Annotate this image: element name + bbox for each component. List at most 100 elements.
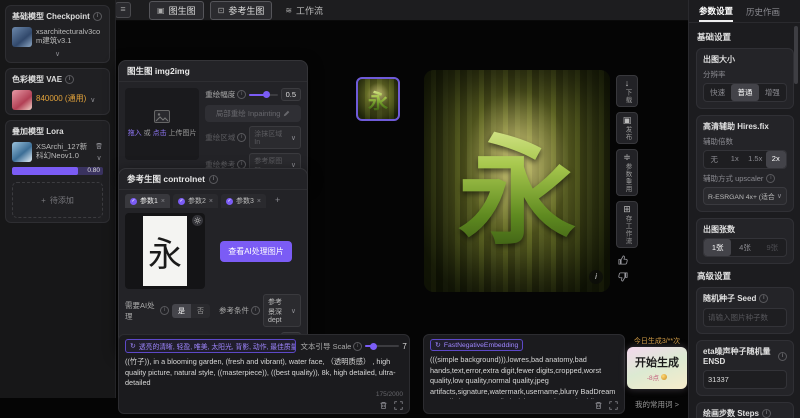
hires-1-5x[interactable]: 1.5x (745, 151, 766, 168)
tab-parameters[interactable]: 参数设置 (699, 1, 733, 22)
condition-dropdown[interactable]: 参考景深 dept (263, 294, 301, 327)
tab-workflow-label: 工作流 (296, 4, 323, 17)
publish-icon: ▣ (623, 116, 632, 125)
cfg-scale-slider[interactable] (365, 345, 399, 347)
gear-icon[interactable] (192, 215, 203, 226)
upload-suffix-label: 上传图片 (169, 130, 197, 137)
seed-input[interactable] (703, 308, 787, 327)
close-icon[interactable] (209, 198, 213, 205)
frame-icon: ⊡ (218, 6, 225, 15)
img2img-panel: 图生图 img2img 拖入 或 点击 上传图片 重绘幅度 (118, 60, 308, 183)
publish-button[interactable]: ▣ 发布 (616, 112, 638, 144)
controlnet-tab-1[interactable]: 参数1 (125, 194, 170, 208)
pencil-icon (283, 110, 290, 117)
lora-model-row[interactable]: XSArchi_127新科幻Neov1.0 (12, 142, 103, 162)
hires-1x[interactable]: 1x (725, 151, 746, 168)
tab-history[interactable]: 历史作画 (746, 2, 780, 21)
chevron-down-icon[interactable] (12, 50, 103, 58)
ai-process-toggle[interactable]: 是 否 (172, 304, 210, 318)
image-upload-dropzone[interactable]: 拖入 或 点击 上传图片 (125, 88, 199, 160)
lora-title-row: 叠加模型 Lora (12, 126, 103, 137)
download-button[interactable]: ↓ 下载 (616, 75, 638, 107)
generate-button[interactable]: 开始生成 -8点 (627, 347, 687, 389)
expand-icon[interactable] (609, 401, 618, 410)
chevron-down-icon[interactable] (96, 154, 101, 162)
sliders-icon: ≑ (623, 153, 631, 162)
trash-icon[interactable] (379, 401, 388, 410)
denoise-handle[interactable] (263, 91, 270, 98)
negative-preset-tag[interactable]: FastNegativeEmbedding (430, 339, 523, 351)
close-icon[interactable] (257, 198, 261, 205)
save-workflow-label: 存工作流 (622, 215, 632, 245)
cfg-scale-handle[interactable] (370, 343, 377, 350)
denoise-slider[interactable] (249, 94, 277, 96)
today-quota: 今日生成3/**次 (626, 336, 688, 346)
upscaler-dropdown[interactable]: R-ESRGAN 4x+ (适合多种风 (703, 187, 787, 205)
checkpoint-thumbnail (12, 27, 32, 47)
condition-label-group: 参考条件 (219, 305, 260, 316)
add-controlnet-tab-button[interactable]: + (269, 194, 286, 208)
add-lora-button[interactable]: + 待添加 (12, 182, 103, 218)
steps-card: 绘画步数 Steps 30 50 100 (696, 402, 794, 418)
thumb-up-icon[interactable] (617, 254, 629, 266)
resolution-fast[interactable]: 快速 (704, 84, 731, 101)
hires-none[interactable]: 无 (704, 151, 725, 168)
hires-2x[interactable]: 2x (766, 151, 787, 168)
expand-icon[interactable] (394, 401, 403, 410)
my-common-words-link[interactable]: 我的常用词 > (627, 399, 687, 410)
positive-prompt-text[interactable]: ((竹子)), in a blooming garden, (fresh and… (125, 357, 403, 393)
redraw-area-dropdown[interactable]: 涂抹区域 In (249, 126, 301, 149)
ensd-input[interactable] (703, 370, 787, 389)
positive-prompt-actions (379, 401, 403, 410)
no-option[interactable]: 否 (191, 304, 210, 318)
reuse-params-button[interactable]: ≑ 参数重用 (616, 149, 638, 196)
vae-select-row[interactable]: 840000 (通用) (12, 90, 103, 110)
save-workflow-button[interactable]: ⊞ 存工作流 (616, 201, 638, 248)
inpainting-button[interactable]: 局部重绘 Inpainting (205, 105, 301, 122)
yes-option[interactable]: 是 (172, 304, 191, 318)
plus-icon: + (41, 196, 46, 205)
lora-weight-fill (12, 167, 78, 175)
condition-value: 参考景深 dept (268, 297, 288, 324)
result-thumbnail[interactable]: 永 (356, 77, 400, 121)
models-sidebar: 基础模型 Checkpoint xsarchitecturalv3com建筑v3… (0, 0, 116, 398)
img2img-controls: 重绘幅度 0.5 局部重绘 Inpainting 重绘区域 (205, 88, 301, 176)
denoise-value[interactable]: 0.5 (281, 88, 301, 101)
controlnet-tabs: 参数1 参数2 参数3 + (119, 190, 307, 208)
tab-reference-gen[interactable]: ⊡ 参考生图 (210, 1, 273, 20)
settings-panel: 参数设置 历史作画 基础设置 出图大小 分辨率 快速 普通 增强 高清辅助 Hi… (688, 0, 800, 418)
upload-click-label: 点击 (153, 130, 167, 137)
trash-icon[interactable] (95, 142, 103, 150)
info-icon[interactable]: i (589, 270, 603, 284)
menu-icon[interactable]: ≡ (115, 2, 131, 18)
scrollbar-thumb[interactable] (794, 26, 798, 84)
checkpoint-title: 基础模型 Checkpoint (12, 11, 90, 22)
controlnet-tab-3[interactable]: 参数3 (221, 194, 266, 208)
batch-1[interactable]: 1张 (704, 239, 731, 256)
preset-tag[interactable]: 透亮的清晰, 轻盈, 唯美, 太阳光, 背影, 动作, 最佳质量 (125, 339, 296, 353)
close-icon[interactable] (161, 198, 165, 205)
image-toolbar: ↓ 下载 ▣ 发布 ≑ 参数重用 ⊞ 存工作流 (616, 75, 638, 248)
controlnet-preview-area: 查看AI处理图片 (211, 213, 301, 289)
batch-9[interactable]: 9张 (759, 239, 786, 256)
negative-preset-label: FastNegativeEmbedding (444, 342, 518, 349)
view-ai-processed-button[interactable]: 查看AI处理图片 (220, 241, 292, 262)
trash-icon[interactable] (594, 401, 603, 410)
generated-image[interactable]: 永 i (424, 70, 610, 292)
chevron-down-icon (291, 307, 296, 315)
generate-cost: -8点 (647, 372, 667, 382)
preset-tag-label: 透亮的清晰, 轻盈, 唯美, 太阳光, 背影, 动作, 最佳质量 (139, 341, 297, 351)
controlnet-tab-2[interactable]: 参数2 (173, 194, 218, 208)
batch-4[interactable]: 4张 (731, 239, 758, 256)
resolution-enhance[interactable]: 增强 (759, 84, 786, 101)
thumb-down-icon[interactable] (617, 271, 629, 283)
cfg-scale-label: 文本引导 Scale (300, 341, 351, 352)
resolution-normal[interactable]: 普通 (731, 84, 758, 101)
tab-img2img[interactable]: ▣ 图生图 (149, 1, 204, 20)
tab-workflow[interactable]: ≋ 工作流 (278, 2, 330, 19)
checkpoint-model-row[interactable]: xsarchitecturalv3com建筑v3.1 (12, 27, 103, 47)
img2img-body: 拖入 或 点击 上传图片 重绘幅度 0.5 (119, 82, 307, 182)
controlnet-reference-image[interactable]: 永 (125, 213, 205, 289)
negative-prompt-text-wrap[interactable]: (((simple background))),lowres,bad anato… (430, 355, 618, 399)
lora-weight-slider[interactable]: 0.80 (12, 167, 103, 175)
